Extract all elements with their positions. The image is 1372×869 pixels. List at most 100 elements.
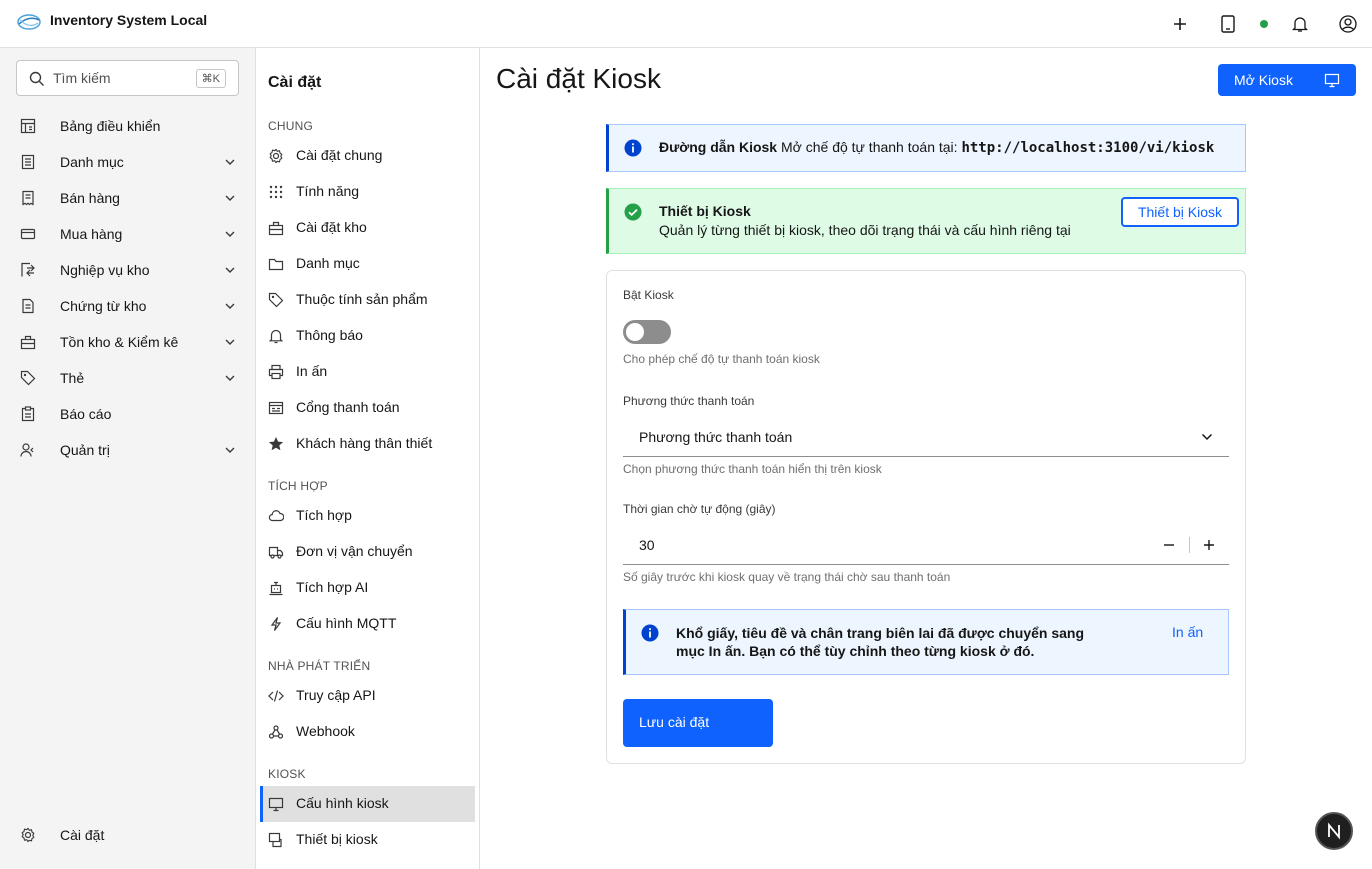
sidebar-item-label: Thẻ	[60, 370, 85, 386]
sidebar-item-sales[interactable]: Bán hàng	[16, 184, 240, 212]
save-settings-button[interactable]: Lưu cài đặt	[623, 699, 773, 747]
settings-item-shipping[interactable]: Đơn vị vận chuyển	[260, 534, 475, 570]
sidebar-item-label: Tồn kho & Kiểm kê	[60, 334, 179, 350]
sidebar-item-warehouse-ops[interactable]: Nghiệp vụ kho	[16, 256, 240, 284]
group-label-developer: NHÀ PHÁT TRIỂN	[268, 659, 371, 673]
sidebar-item-admin[interactable]: Quản trị	[16, 436, 240, 464]
enable-kiosk-label: Bật Kiosk	[623, 288, 674, 302]
sidebar-item-label: Bảng điều khiển	[60, 118, 161, 134]
print-settings-text: Khổ giấy, tiêu đề và chân trang biên lai…	[676, 625, 1085, 659]
sidebar-item-purchase[interactable]: Mua hàng	[16, 220, 240, 248]
group-label-kiosk: KIOSK	[268, 767, 306, 781]
settings-item-label: Tích hợp	[296, 507, 352, 523]
sidebar-item-settings[interactable]: Cài đặt	[16, 821, 240, 849]
settings-item-warehouse[interactable]: Cài đặt kho	[260, 210, 475, 246]
tag-icon	[268, 292, 284, 308]
settings-item-label: Đơn vị vận chuyển	[296, 543, 413, 559]
chevron-down-icon	[224, 156, 236, 168]
plus-icon[interactable]	[1168, 12, 1192, 36]
folder-icon	[268, 256, 284, 272]
tablet-icon[interactable]	[1216, 12, 1240, 36]
settings-item-webhook[interactable]: Webhook	[260, 714, 475, 750]
kiosk-url[interactable]: http://localhost:3100/vi/kiosk	[961, 140, 1214, 156]
chevron-down-icon	[224, 444, 236, 456]
sidebar-item-label: Báo cáo	[60, 406, 112, 422]
kiosk-devices-button[interactable]: Thiết bị Kiosk	[1121, 197, 1239, 227]
sidebar-item-catalog[interactable]: Danh mục	[16, 148, 240, 176]
user-icon[interactable]	[1336, 12, 1360, 36]
kiosk-devices-text: Quản lý từng thiết bị kiosk, theo dõi tr…	[659, 222, 1071, 238]
chevron-down-icon	[224, 264, 236, 276]
payment-method-value: Phương thức thanh toán	[639, 429, 793, 445]
settings-item-label: Cấu hình kiosk	[296, 795, 389, 811]
search-placeholder: Tìm kiếm	[53, 70, 111, 86]
sidebar-item-label: Danh mục	[60, 154, 124, 170]
settings-item-label: Danh mục	[296, 255, 360, 271]
settings-item-api-access[interactable]: Truy cập API	[260, 678, 475, 714]
sidebar: Tìm kiếm ⌘K Bảng điều khiển Danh mục Bán…	[0, 48, 256, 869]
open-kiosk-button[interactable]: Mở Kiosk	[1218, 64, 1356, 96]
settings-item-payment-gateway[interactable]: Cổng thanh toán	[260, 390, 475, 426]
payment-method-select[interactable]: Phương thức thanh toán	[623, 417, 1229, 457]
settings-item-kiosk-config[interactable]: Cấu hình kiosk	[260, 786, 475, 822]
settings-item-general[interactable]: Cài đặt chung	[260, 138, 475, 174]
chevron-down-icon	[224, 192, 236, 204]
report-icon	[20, 406, 36, 422]
settings-nav: Cài đặt CHUNG Cài đặt chung Tính năng Cà…	[256, 48, 480, 869]
settings-item-categories[interactable]: Danh mục	[260, 246, 475, 282]
settings-item-printing[interactable]: In ấn	[260, 354, 475, 390]
warehouse-icon	[268, 220, 284, 236]
sidebar-item-documents[interactable]: Chứng từ kho	[16, 292, 240, 320]
settings-item-product-attributes[interactable]: Thuộc tính sản phẩm	[260, 282, 475, 318]
sidebar-item-dashboard[interactable]: Bảng điều khiển	[16, 112, 240, 140]
settings-item-kiosk-devices[interactable]: Thiết bị kiosk	[260, 822, 475, 858]
group-label-integrations: TÍCH HỢP	[268, 479, 328, 493]
sidebar-item-label: Nghiệp vụ kho	[60, 262, 150, 278]
settings-item-label: Webhook	[296, 723, 355, 739]
app-logo[interactable]	[16, 11, 42, 33]
sidebar-item-tags[interactable]: Thẻ	[16, 364, 240, 392]
timeout-number-input[interactable]: 30	[623, 525, 1229, 565]
chevron-down-icon	[224, 228, 236, 240]
sidebar-item-inventory[interactable]: Tồn kho & Kiểm kê	[16, 328, 240, 356]
search-input[interactable]: Tìm kiếm ⌘K	[16, 60, 239, 96]
settings-item-ai[interactable]: Tích hợp AI	[260, 570, 475, 606]
sidebar-item-label: Chứng từ kho	[60, 298, 147, 314]
gear-icon	[20, 827, 36, 843]
gear-icon	[268, 148, 284, 164]
lightning-icon	[268, 616, 284, 632]
sidebar-item-reports[interactable]: Báo cáo	[16, 400, 240, 428]
group-label-general: CHUNG	[268, 119, 313, 133]
settings-item-integrations[interactable]: Tích hợp	[260, 498, 475, 534]
settings-item-mqtt[interactable]: Cấu hình MQTT	[260, 606, 475, 642]
dashboard-icon	[20, 118, 36, 134]
catalog-icon	[20, 154, 36, 170]
inventory-icon	[20, 334, 36, 350]
print-settings-link[interactable]: In ấn	[1172, 624, 1203, 640]
kiosk-url-text: Mở chế độ tự thanh toán tại:	[781, 139, 958, 155]
increment-button[interactable]	[1199, 535, 1219, 555]
top-header: Inventory System Local	[0, 0, 1372, 48]
kiosk-settings-card: Bật Kiosk Cho phép chế độ tự thanh toán …	[606, 270, 1246, 764]
settings-item-loyalty[interactable]: Khách hàng thân thiết	[260, 426, 475, 462]
settings-item-label: Cài đặt chung	[296, 147, 383, 163]
warehouse-ops-icon	[20, 262, 36, 278]
document-icon	[20, 298, 36, 314]
monitor-icon	[1324, 72, 1340, 88]
n-logo-icon	[1328, 822, 1340, 840]
tag-icon	[20, 370, 36, 386]
bell-icon[interactable]	[1288, 12, 1312, 36]
timeout-value: 30	[639, 537, 655, 553]
webhook-icon	[268, 724, 284, 740]
enable-kiosk-toggle[interactable]	[623, 320, 671, 344]
next-dev-tools-button[interactable]	[1315, 812, 1353, 850]
settings-item-notifications[interactable]: Thông báo	[260, 318, 475, 354]
chevron-down-icon	[1201, 431, 1213, 443]
sidebar-item-label: Mua hàng	[60, 226, 123, 242]
settings-item-features[interactable]: Tính năng	[260, 174, 475, 210]
decrement-button[interactable]	[1159, 535, 1179, 555]
chevron-down-icon	[224, 300, 236, 312]
settings-item-label: Tích hợp AI	[296, 579, 369, 595]
print-settings-notice: Khổ giấy, tiêu đề và chân trang biên lai…	[623, 609, 1229, 675]
settings-item-label: Cài đặt kho	[296, 219, 367, 235]
